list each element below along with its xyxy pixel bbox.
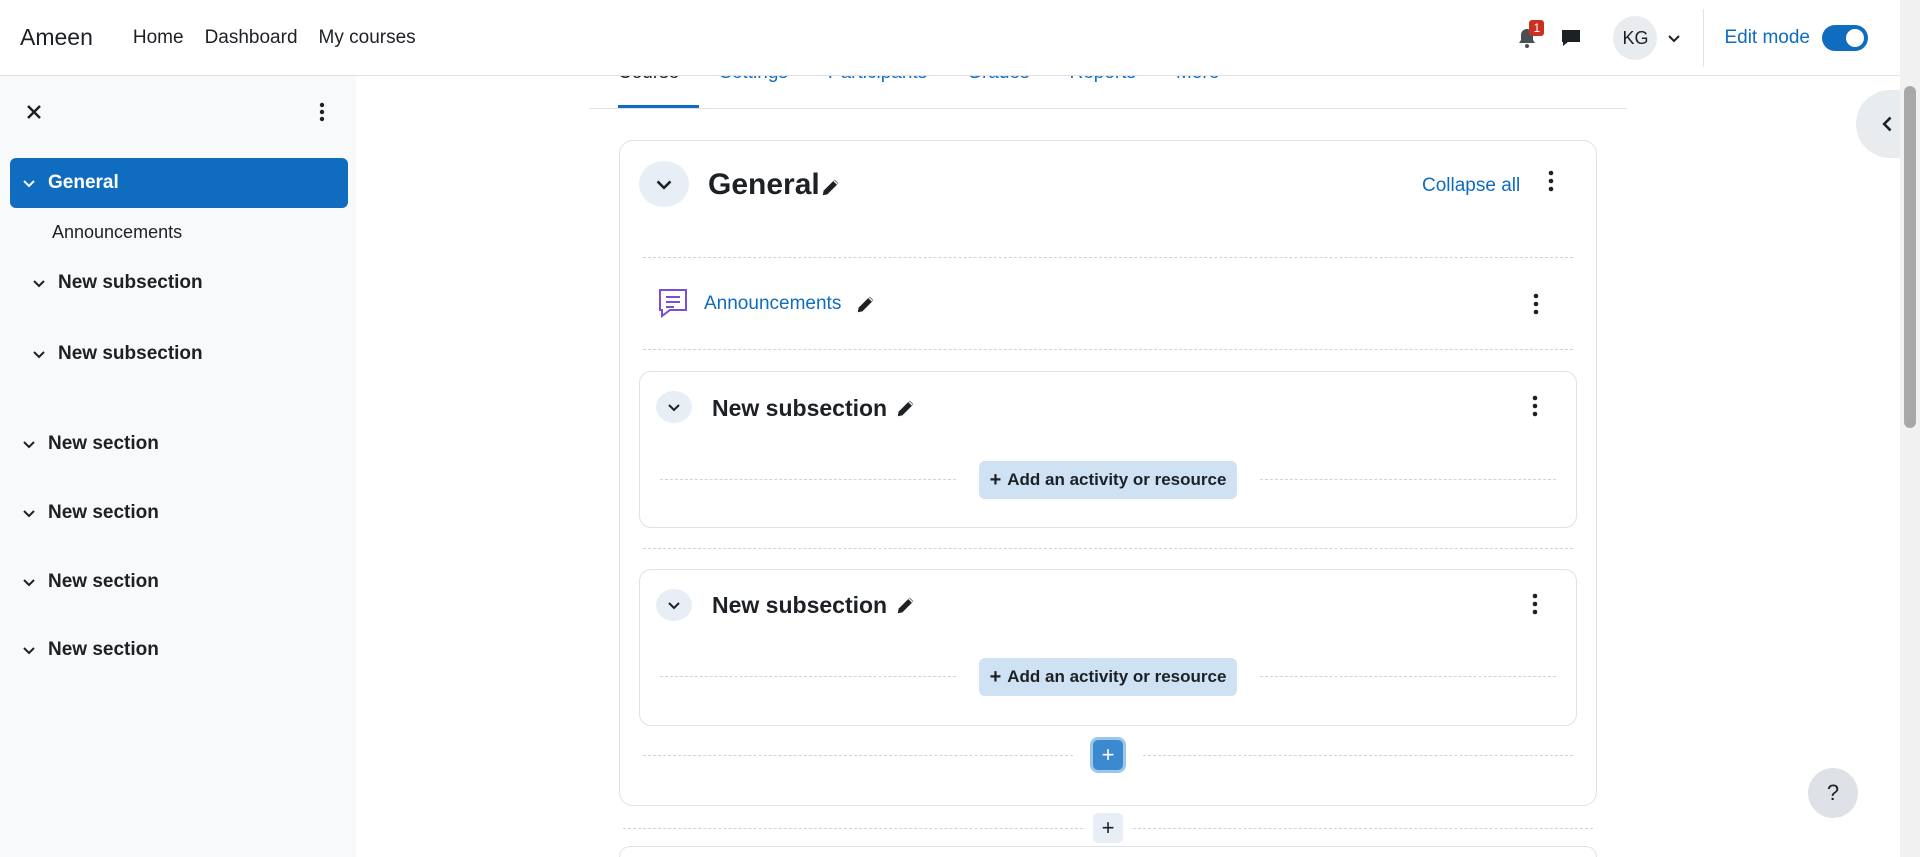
chevron-down-icon xyxy=(668,404,680,412)
chevron-down-icon xyxy=(656,180,672,190)
chevron-down-icon xyxy=(23,579,35,587)
drawer-item-section[interactable]: New section xyxy=(10,488,348,538)
nav-my-courses-link[interactable]: My courses xyxy=(319,27,416,49)
edit-mode-label: Edit mode xyxy=(1724,27,1810,48)
plus-icon: + xyxy=(1101,815,1115,840)
drawer-item-subsection[interactable]: New subsection xyxy=(20,258,358,308)
plus-icon: + xyxy=(1101,742,1115,767)
nav-home-link[interactable]: Home xyxy=(133,27,184,49)
add-divider-left xyxy=(660,479,956,480)
chevron-down-icon xyxy=(23,441,35,449)
drawer-item-label: New section xyxy=(48,433,159,454)
next-section-card xyxy=(619,846,1597,857)
user-avatar[interactable]: KG xyxy=(1613,16,1658,60)
kebab-menu-icon[interactable] xyxy=(312,100,332,124)
drawer-item-label: New subsection xyxy=(58,272,203,293)
tabs-divider xyxy=(590,108,1626,109)
collapse-all-link[interactable]: Collapse all xyxy=(1422,175,1520,197)
add-divider-left xyxy=(643,755,1073,756)
activity-divider xyxy=(643,349,1573,350)
kebab-menu-icon[interactable] xyxy=(1531,292,1541,316)
chevron-down-icon xyxy=(33,351,45,359)
subsection-title: New subsection xyxy=(712,592,888,618)
section-collapse-button[interactable] xyxy=(639,161,689,207)
subsection-title: New subsection xyxy=(712,395,888,421)
primary-navigation: Home Dashboard My courses xyxy=(133,27,416,49)
drawer-item-section[interactable]: New section xyxy=(10,557,348,607)
chevron-down-icon xyxy=(23,510,35,518)
drawer-item-label: General xyxy=(48,172,119,193)
chevron-down-icon xyxy=(33,280,45,288)
help-button[interactable]: ? xyxy=(1808,768,1858,818)
nav-dashboard-link[interactable]: Dashboard xyxy=(205,27,298,49)
plus-icon: + xyxy=(989,665,1002,688)
chat-icon xyxy=(1562,30,1581,46)
notifications-button[interactable]: 1 xyxy=(1515,20,1545,50)
chevron-down-icon[interactable] xyxy=(1667,31,1681,45)
pencil-icon[interactable] xyxy=(820,176,842,198)
top-navbar: Ameen Home Dashboard My courses 1 KG Edi… xyxy=(0,0,1900,76)
drawer-item-section[interactable]: New section xyxy=(10,419,348,469)
forum-icon xyxy=(659,289,687,318)
drawer-item-section[interactable]: New section xyxy=(10,625,348,675)
add-divider-left xyxy=(660,676,956,677)
section-title: General xyxy=(708,168,820,201)
add-activity-label: Add an activity or resource xyxy=(1007,667,1227,686)
add-divider-right xyxy=(1133,828,1593,829)
drawer-item-general[interactable]: General xyxy=(10,158,348,208)
chevron-down-icon xyxy=(23,180,35,188)
page-scrollbar[interactable] xyxy=(1900,0,1920,857)
plus-icon: + xyxy=(989,468,1002,491)
notification-count-badge: 1 xyxy=(1529,20,1545,36)
add-activity-button[interactable]: + Add an activity or resource xyxy=(979,658,1237,696)
drawer-item-announcements[interactable]: Announcements xyxy=(52,222,182,243)
close-icon[interactable] xyxy=(22,100,46,124)
pencil-icon[interactable] xyxy=(855,293,877,315)
scrollbar-thumb[interactable] xyxy=(1904,86,1916,428)
chevron-down-icon xyxy=(23,647,35,655)
drawer-item-label: New section xyxy=(48,639,159,660)
user-navigation: 1 KG Edit mode xyxy=(1515,0,1900,76)
add-divider-left xyxy=(623,828,1083,829)
subsection-divider xyxy=(643,548,1573,549)
add-section-button[interactable]: + xyxy=(1093,813,1123,843)
drawer-item-label: New section xyxy=(48,502,159,523)
subsection-collapse-button[interactable] xyxy=(656,589,692,621)
section-divider xyxy=(643,257,1573,258)
chevron-left-icon xyxy=(1882,116,1892,132)
drawer-item-label: New subsection xyxy=(58,343,203,364)
add-subsection-button[interactable]: + xyxy=(1093,740,1123,770)
pencil-icon[interactable] xyxy=(895,594,917,616)
edit-mode-toggle[interactable] xyxy=(1822,25,1868,51)
messages-button[interactable] xyxy=(1559,26,1583,50)
kebab-menu-icon[interactable] xyxy=(1530,394,1540,418)
add-divider-right xyxy=(1260,676,1556,677)
pencil-icon[interactable] xyxy=(895,397,917,419)
add-divider-right xyxy=(1260,479,1556,480)
announcements-link[interactable]: Announcements xyxy=(704,293,841,315)
add-activity-label: Add an activity or resource xyxy=(1007,470,1227,489)
drawer-item-label: New section xyxy=(48,571,159,592)
course-index-drawer: General Announcements New subsection New… xyxy=(0,76,356,857)
kebab-menu-icon[interactable] xyxy=(1546,169,1556,193)
site-brand[interactable]: Ameen xyxy=(20,24,93,51)
drawer-item-subsection[interactable]: New subsection xyxy=(20,329,358,379)
navbar-divider xyxy=(1703,9,1705,67)
chevron-down-icon xyxy=(668,602,680,610)
kebab-menu-icon[interactable] xyxy=(1530,592,1540,616)
subsection-collapse-button[interactable] xyxy=(656,391,692,423)
add-activity-button[interactable]: + Add an activity or resource xyxy=(979,461,1237,499)
add-divider-right xyxy=(1143,755,1573,756)
